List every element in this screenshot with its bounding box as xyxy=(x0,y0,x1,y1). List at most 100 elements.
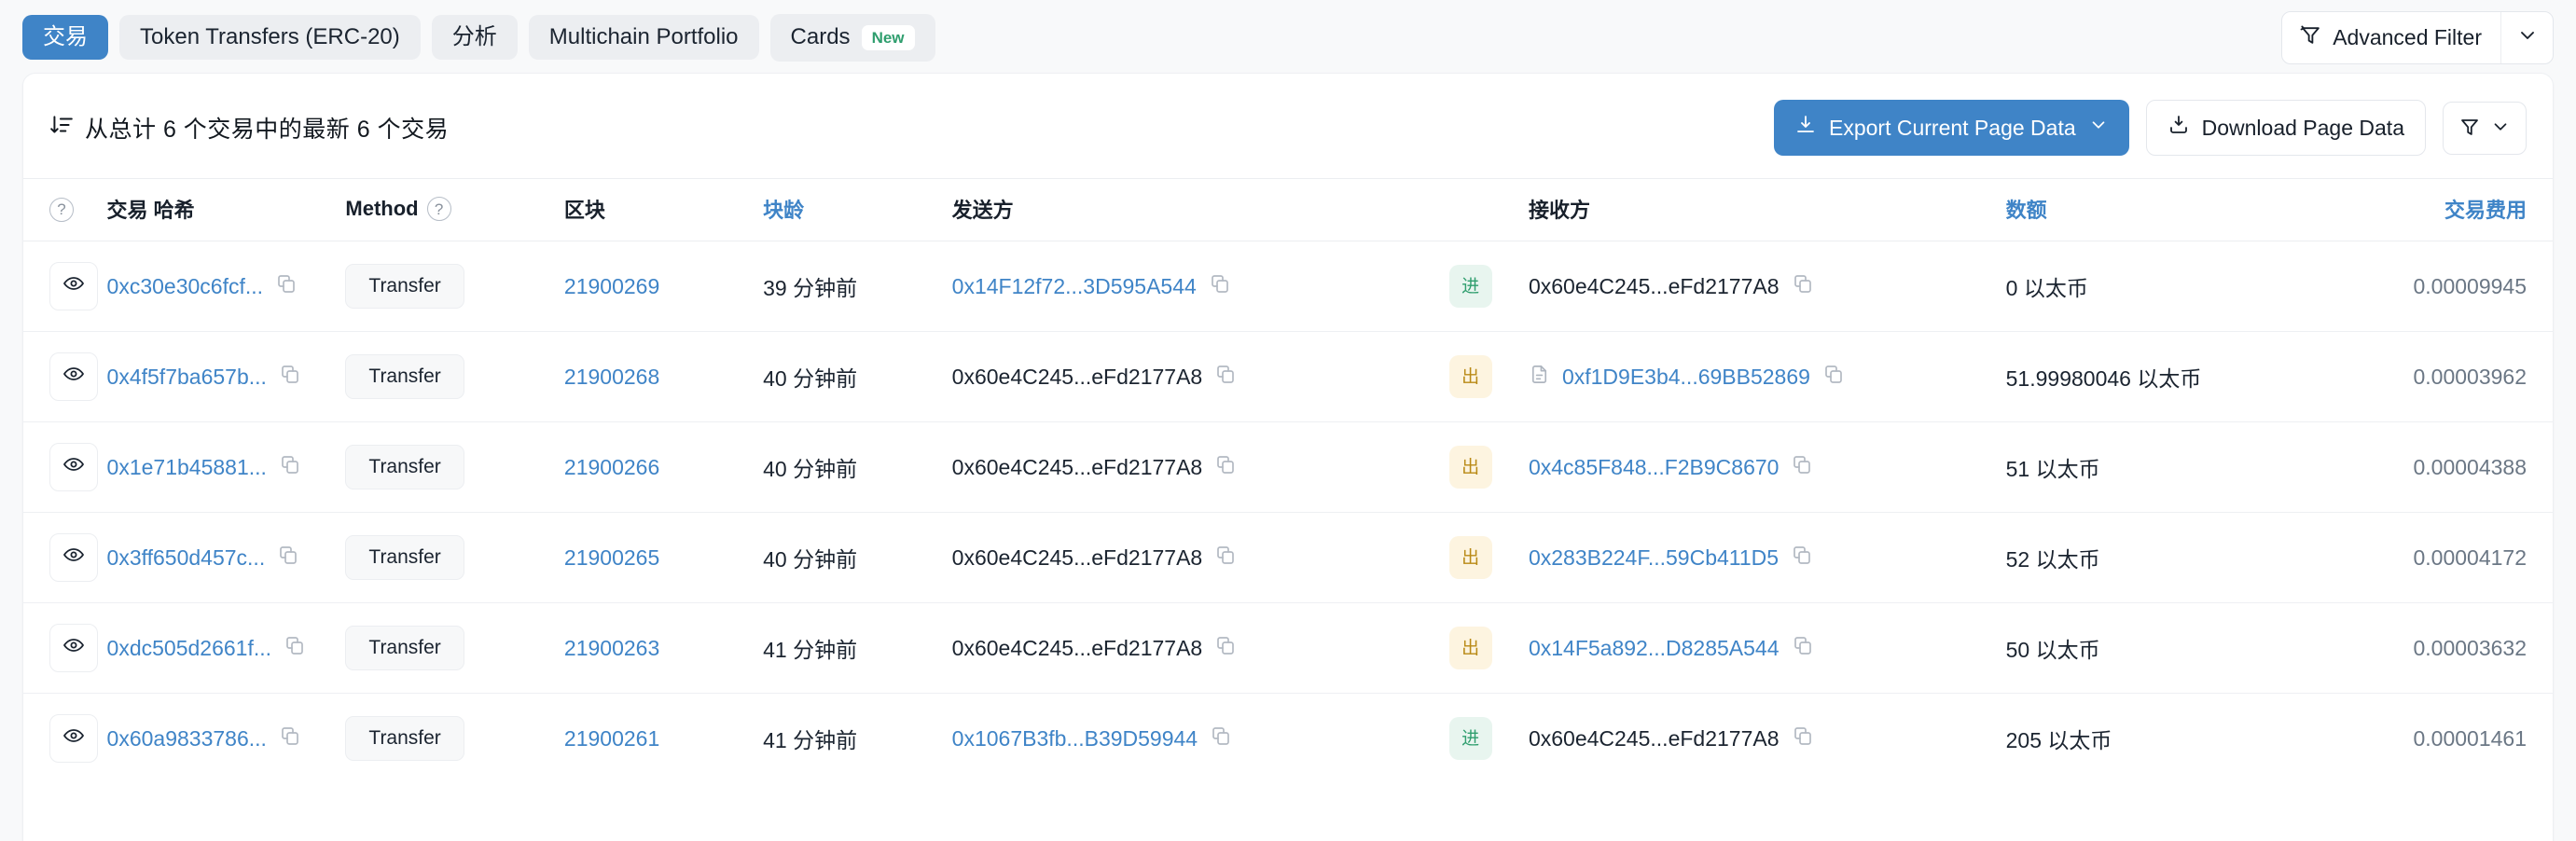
cell-from: 0x60e4C245...eFd2177A8 xyxy=(951,331,1449,422)
method-badge[interactable]: Transfer xyxy=(345,445,464,489)
column-header-value[interactable]: 数额 xyxy=(2005,178,2294,241)
copy-icon[interactable] xyxy=(1214,544,1237,572)
column-header-age-label: 块龄 xyxy=(763,199,805,222)
copy-icon[interactable] xyxy=(277,544,299,572)
cell-to: 0x283B224F...59Cb411D5 xyxy=(1528,512,2006,603)
preview-transaction-button[interactable] xyxy=(49,262,98,310)
copy-icon[interactable] xyxy=(1822,363,1845,391)
cell-from: 0x14F12f72...3D595A544 xyxy=(951,241,1449,332)
transaction-hash-link[interactable]: 0x4f5f7ba657b... xyxy=(107,365,267,390)
transaction-hash-link[interactable]: 0x60a9833786... xyxy=(107,726,267,751)
table-row: 0xdc505d2661f... Transfer 21900263 41 分钟前 0x… xyxy=(23,602,2553,694)
cell-age: 40 分钟前 xyxy=(763,421,952,513)
value-text: 51.99980046 以太币 xyxy=(2005,366,2202,391)
block-number-link[interactable]: 21900263 xyxy=(564,636,659,660)
copy-icon[interactable] xyxy=(1214,634,1237,662)
transactions-card: 从总计 6 个交易中的最新 6 个交易 Export Current Page … xyxy=(22,73,2554,841)
copy-icon[interactable] xyxy=(1214,453,1237,481)
copy-icon[interactable] xyxy=(1792,272,1814,300)
cell-age: 41 分钟前 xyxy=(763,694,952,784)
block-number-link[interactable]: 21900269 xyxy=(564,274,659,298)
cell-fee: 0.00003632 xyxy=(2293,602,2553,694)
copy-icon[interactable] xyxy=(275,272,298,300)
cell-direction: 出 xyxy=(1448,602,1529,694)
preview-transaction-button[interactable] xyxy=(49,714,98,763)
method-badge[interactable]: Transfer xyxy=(345,626,464,670)
to-address[interactable]: 0xf1D9E3b4...69BB52869 xyxy=(1562,365,1810,390)
from-address[interactable]: 0x1067B3fb...B39D59944 xyxy=(952,726,1198,751)
eye-icon xyxy=(62,272,85,300)
preview-transaction-button[interactable] xyxy=(49,352,98,401)
transaction-hash-link[interactable]: 0xc30e30c6fcf... xyxy=(107,274,264,299)
cell-value: 0 以太币 xyxy=(2005,241,2294,332)
to-address[interactable]: 0x4c85F848...F2B9C8670 xyxy=(1529,455,1780,480)
copy-icon[interactable] xyxy=(1209,272,1231,300)
cell-block: 21900261 xyxy=(564,694,763,784)
copy-icon[interactable] xyxy=(1791,453,1813,481)
copy-icon[interactable] xyxy=(279,724,301,752)
transaction-hash-link[interactable]: 0x1e71b45881... xyxy=(107,455,267,480)
table-row: 0x4f5f7ba657b... Transfer 21900268 40 分钟前 0x… xyxy=(23,331,2553,422)
tab-4[interactable]: Cards New xyxy=(769,13,935,62)
cell-age: 41 分钟前 xyxy=(763,602,952,694)
filter-icon xyxy=(2458,116,2481,141)
copy-icon[interactable] xyxy=(279,363,301,391)
download-page-data-button[interactable]: Download Page Data xyxy=(2145,100,2426,156)
cell-to: 0x60e4C245...eFd2177A8 xyxy=(1528,241,2006,332)
method-badge[interactable]: Transfer xyxy=(345,716,464,761)
cell-fee: 0.00001461 xyxy=(2294,694,2553,784)
from-address[interactable]: 0x14F12f72...3D595A544 xyxy=(952,274,1197,299)
to-address[interactable]: 0x14F5a892...D8285A544 xyxy=(1529,636,1780,661)
block-number-link[interactable]: 21900268 xyxy=(564,365,659,389)
cell-age: 40 分钟前 xyxy=(763,512,952,603)
direction-badge: 出 xyxy=(1448,355,1492,398)
column-header-hash-label: 交易 哈希 xyxy=(106,199,195,222)
export-current-page-data-button[interactable]: Export Current Page Data xyxy=(1773,100,2129,156)
copy-icon[interactable] xyxy=(1791,544,1813,572)
advanced-filter-caret-button[interactable] xyxy=(2500,11,2553,63)
method-badge[interactable]: Transfer xyxy=(345,264,464,309)
cell-to: 0xf1D9E3b4...69BB52869 xyxy=(1528,331,2006,422)
preview-transaction-button[interactable] xyxy=(49,533,98,582)
copy-icon[interactable] xyxy=(284,634,306,662)
tab-0[interactable]: 交易 xyxy=(22,15,108,60)
value-text: 51 以太币 xyxy=(2005,457,2100,481)
contract-icon xyxy=(1529,364,1550,391)
transaction-hash-link[interactable]: 0x3ff650d457c... xyxy=(107,545,266,571)
table-row: 0x3ff650d457c... Transfer 21900265 40 分钟前 0x… xyxy=(23,512,2553,603)
block-number-link[interactable]: 21900266 xyxy=(564,455,659,479)
copy-icon[interactable] xyxy=(1214,363,1237,391)
method-badge[interactable]: Transfer xyxy=(345,535,464,580)
advanced-filter-group: Advanced Filter xyxy=(2281,10,2554,64)
method-badge[interactable]: Transfer xyxy=(345,354,464,399)
preview-transaction-button[interactable] xyxy=(49,443,98,491)
cell-value: 50 以太币 xyxy=(2005,602,2294,694)
tab-3[interactable]: Multichain Portfolio xyxy=(528,15,759,60)
table-body: 0xc30e30c6fcf... Transfer 21900269 39 分钟前 0x… xyxy=(23,241,2553,784)
chevron-down-icon xyxy=(2088,115,2109,141)
card-title: 从总计 6 个交易中的最新 6 个交易 xyxy=(49,111,449,145)
column-header-age[interactable]: 块龄 xyxy=(763,178,952,241)
advanced-filter-button[interactable]: Advanced Filter xyxy=(2282,12,2500,63)
eye-icon xyxy=(62,453,85,481)
preview-transaction-button[interactable] xyxy=(49,624,98,672)
tab-2[interactable]: 分析 xyxy=(431,15,518,60)
copy-icon[interactable] xyxy=(279,453,301,481)
block-number-link[interactable]: 21900261 xyxy=(564,726,659,751)
direction-badge: 进 xyxy=(1448,265,1492,308)
column-filter-button[interactable] xyxy=(2443,101,2527,155)
to-address[interactable]: 0x283B224F...59Cb411D5 xyxy=(1529,545,1779,571)
filter-sparkle-icon xyxy=(2299,23,2322,52)
help-icon[interactable]: ? xyxy=(426,197,451,221)
transactions-table: ? 交易 哈希 Method ? 区块 块龄 发送方 接收方 数额 交易费用 0… xyxy=(23,178,2553,783)
transaction-hash-link[interactable]: 0xdc505d2661f... xyxy=(107,636,271,661)
block-number-link[interactable]: 21900265 xyxy=(564,545,659,570)
copy-icon[interactable] xyxy=(1792,634,1814,662)
column-header-fee[interactable]: 交易费用 xyxy=(2293,178,2553,241)
copy-icon[interactable] xyxy=(1210,724,1232,752)
copy-icon[interactable] xyxy=(1792,724,1814,752)
cell-block: 21900268 xyxy=(563,331,764,422)
tab-1[interactable]: Token Transfers (ERC-20) xyxy=(119,15,421,60)
help-icon[interactable]: ? xyxy=(49,197,74,222)
from-address: 0x60e4C245...eFd2177A8 xyxy=(951,635,1203,660)
